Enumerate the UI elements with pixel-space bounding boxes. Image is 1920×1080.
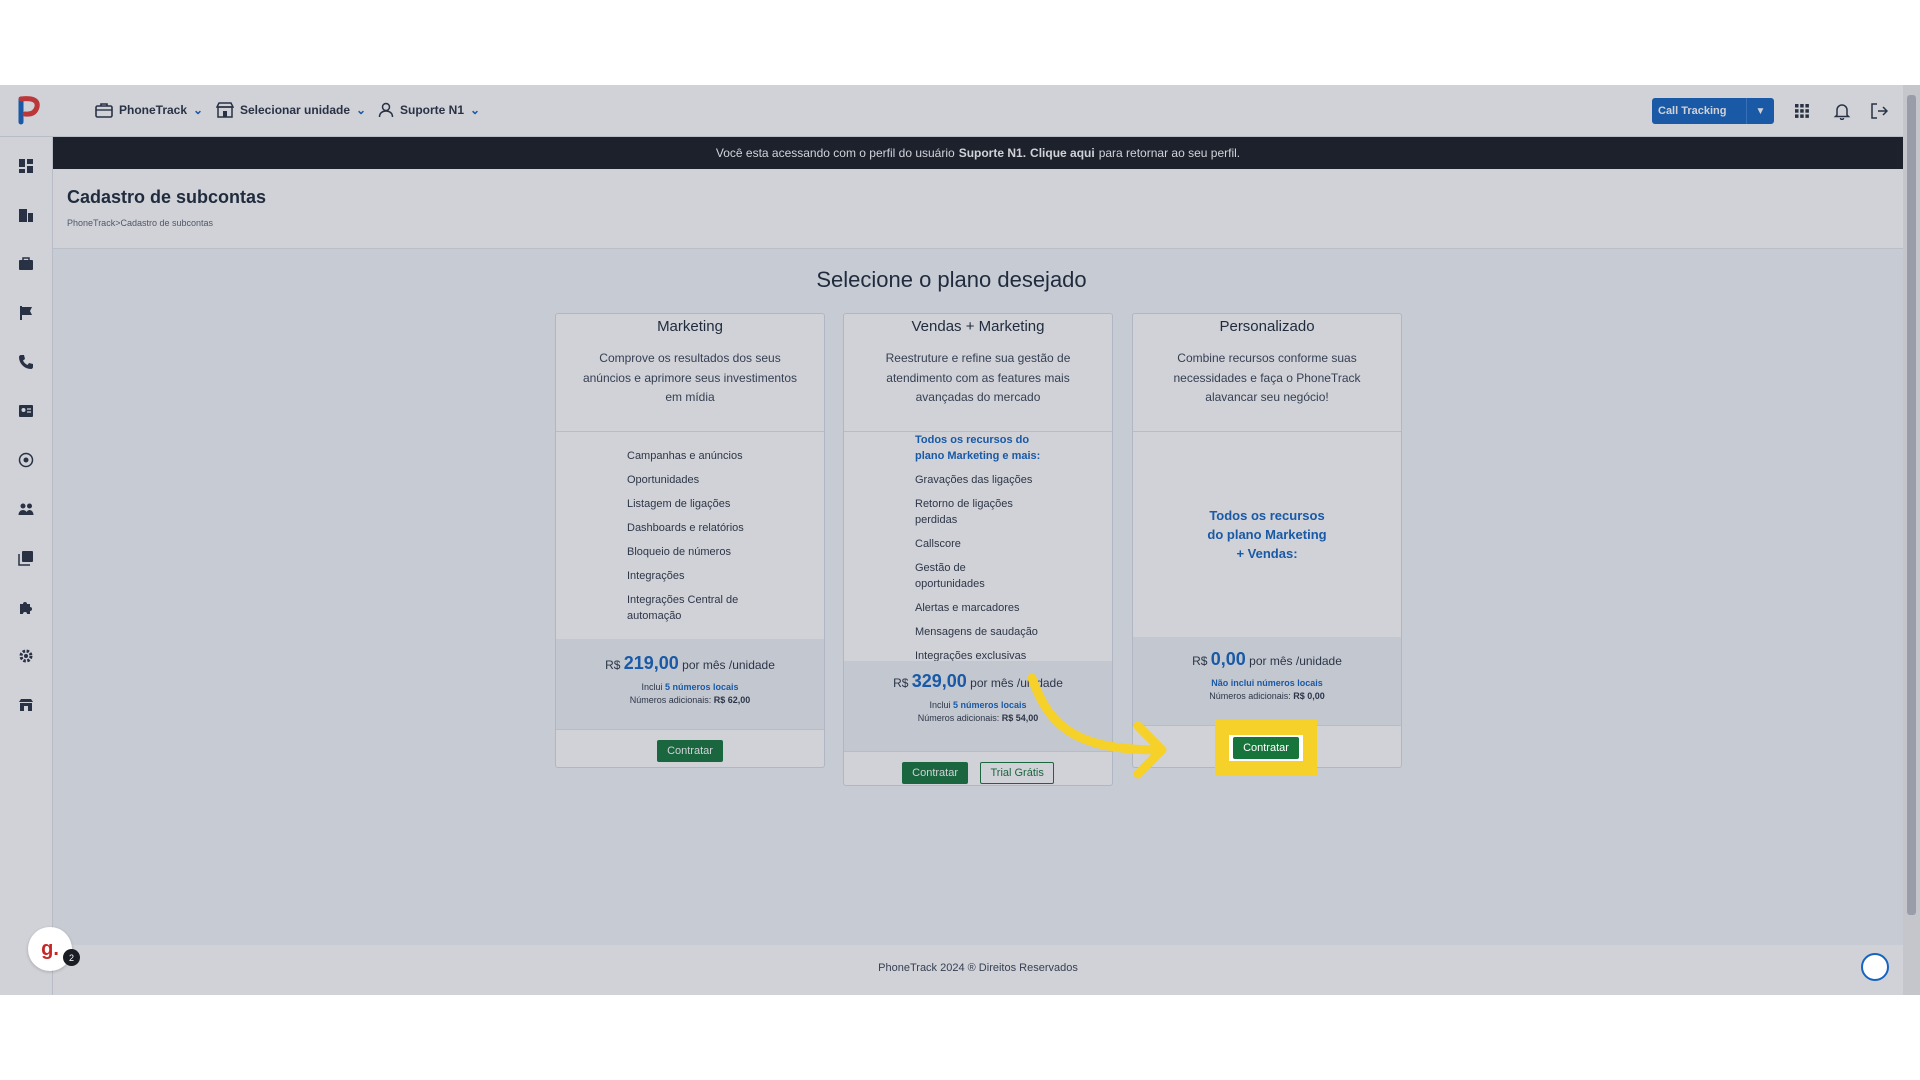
- dim-overlay: [0, 85, 1920, 995]
- highlight-frame: Contratar: [1215, 720, 1317, 776]
- app-frame: PhoneTrack ⌄ Selecionar unidade ⌄ Suport…: [0, 85, 1920, 995]
- contratar-button-highlighted[interactable]: Contratar: [1233, 737, 1299, 759]
- tutorial-arrow: [1027, 673, 1167, 779]
- guide-widget-letter: g.: [41, 937, 59, 960]
- guide-widget-button[interactable]: g.: [28, 927, 72, 971]
- highlight-inner: Contratar: [1229, 735, 1303, 761]
- guide-widget-badge: 2: [63, 949, 80, 966]
- chat-widget-icon[interactable]: [1861, 953, 1889, 981]
